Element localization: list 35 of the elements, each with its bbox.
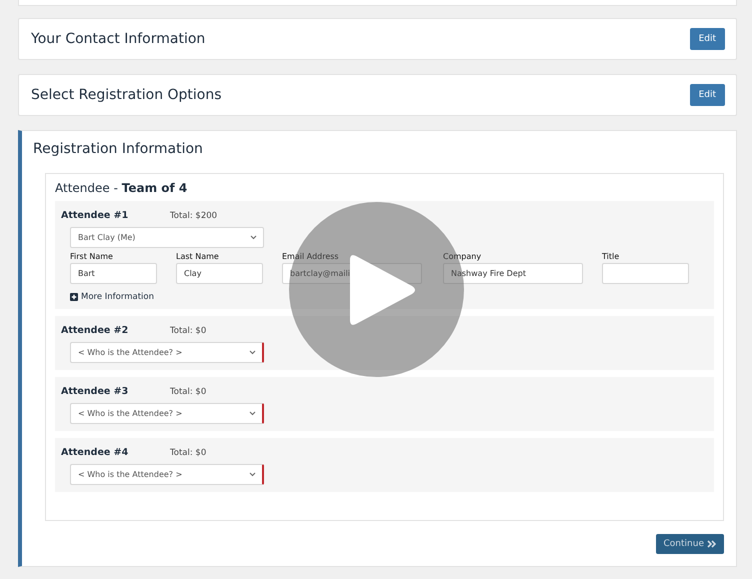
attendee-label: Attendee #2 (61, 325, 130, 336)
attendee-select[interactable]: < Who is the Attendee? > (70, 464, 264, 485)
attendee-select[interactable]: < Who is the Attendee? > (70, 403, 264, 424)
field-label: Email Address (282, 252, 340, 261)
attendee-label: Attendee #3 (61, 386, 130, 397)
chevron-down-icon (250, 235, 257, 240)
field-label: Last Name (176, 252, 220, 261)
attendee-label: Attendee #1 (61, 210, 130, 221)
plus-square-icon (70, 293, 78, 301)
field-label: Title (602, 252, 620, 261)
input-field[interactable]: Bart (70, 263, 157, 284)
input-field[interactable]: Clay (176, 263, 263, 284)
attendee-label: Attendee #4 (61, 447, 130, 458)
attendee-total: Total: $0 (170, 386, 206, 396)
attendee-total: Total: $0 (170, 326, 206, 336)
field-label: Company (443, 252, 482, 261)
section-title: Select Registration Options (31, 87, 222, 103)
field-label: First Name (70, 252, 114, 261)
input-field[interactable] (602, 263, 689, 284)
section-title: Registration Information (33, 141, 204, 157)
attendee-heading: Attendee - Team of 4 (55, 181, 188, 195)
attendee-total: Total: $200 (170, 210, 218, 220)
section-title: Your Contact Information (31, 31, 206, 47)
attendee-total: Total: $0 (170, 448, 206, 458)
attendee-select[interactable]: Bart Clay (Me) (70, 227, 264, 248)
continue-button[interactable]: Continue (656, 534, 724, 554)
edit-button[interactable]: Edit (690, 28, 725, 50)
more-information-link[interactable]: More Information (70, 292, 708, 302)
input-field[interactable]: Nashway Fire Dept (443, 263, 583, 284)
edit-button[interactable]: Edit (690, 84, 725, 106)
double-chevron-right-icon (707, 540, 716, 548)
chevron-down-icon (249, 411, 256, 416)
chevron-down-icon (249, 350, 256, 355)
attendee-select[interactable]: < Who is the Attendee? > (70, 342, 264, 363)
chevron-down-icon (249, 472, 256, 477)
